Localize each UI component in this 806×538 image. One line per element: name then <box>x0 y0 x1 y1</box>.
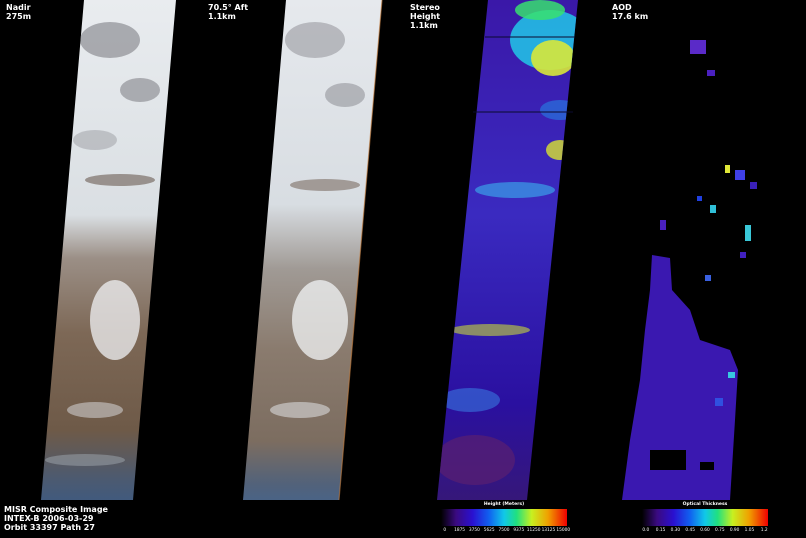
legend-tick-label: 0.30 <box>670 528 681 533</box>
caption-line: Orbit 33397 Path 27 <box>4 523 95 532</box>
aod-legend-title: Optical Thickness <box>682 502 728 507</box>
caption-line: INTEX-B 2006-03-29 <box>4 514 94 523</box>
caption-line: MISR Composite Image <box>4 505 108 514</box>
aod-legend-ticks: 0.0 0.15 0.30 0.45 0.60 0.75 0.90 1.05 1.2 <box>642 528 768 534</box>
image-caption: MISR Composite Image INTEX-B 2006-03-29 … <box>4 505 108 532</box>
aod-map <box>622 40 757 500</box>
legend-tick-label: 1875 <box>454 528 466 533</box>
legend-tick-label: 0.0 <box>642 528 650 533</box>
legend-tick-label: 0.45 <box>685 528 695 533</box>
aod-legend: Optical Thickness 0.0 0.15 0.30 0.45 0.60 0.7… <box>642 502 768 535</box>
height-legend-title: Height (Meters) <box>483 502 525 507</box>
legend-tick-label: 0.90 <box>729 528 740 533</box>
height-legend: Height (Meters) 0 1875 3750 5625 7500 9375 112… <box>441 502 571 535</box>
legend-tick-label: 1.2 <box>760 528 768 533</box>
legend-tick-label: 0.60 <box>700 528 710 533</box>
legend-tick-label: 11250 <box>526 528 541 533</box>
legend-tick-label: 0 <box>443 528 447 533</box>
legend-tick-label: 1.05 <box>744 528 755 533</box>
legend-tick-label: 15000 <box>556 528 571 533</box>
legend-tick-label: 0.75 <box>715 528 725 533</box>
legend-tick-label: 7500 <box>498 528 510 533</box>
legend-tick-label: 9375 <box>513 528 525 533</box>
legend-tick-label: 0.15 <box>655 528 666 533</box>
aod-color-bar <box>642 509 768 526</box>
height-color-bar <box>441 509 567 526</box>
height-legend-ticks: 0 1875 3750 5625 7500 9375 11250 13125 15000 <box>441 528 571 534</box>
legend-tick-label: 3750 <box>468 528 480 533</box>
legend-tick-label: 5625 <box>483 528 495 533</box>
legend-tick-label: 13125 <box>541 528 556 533</box>
